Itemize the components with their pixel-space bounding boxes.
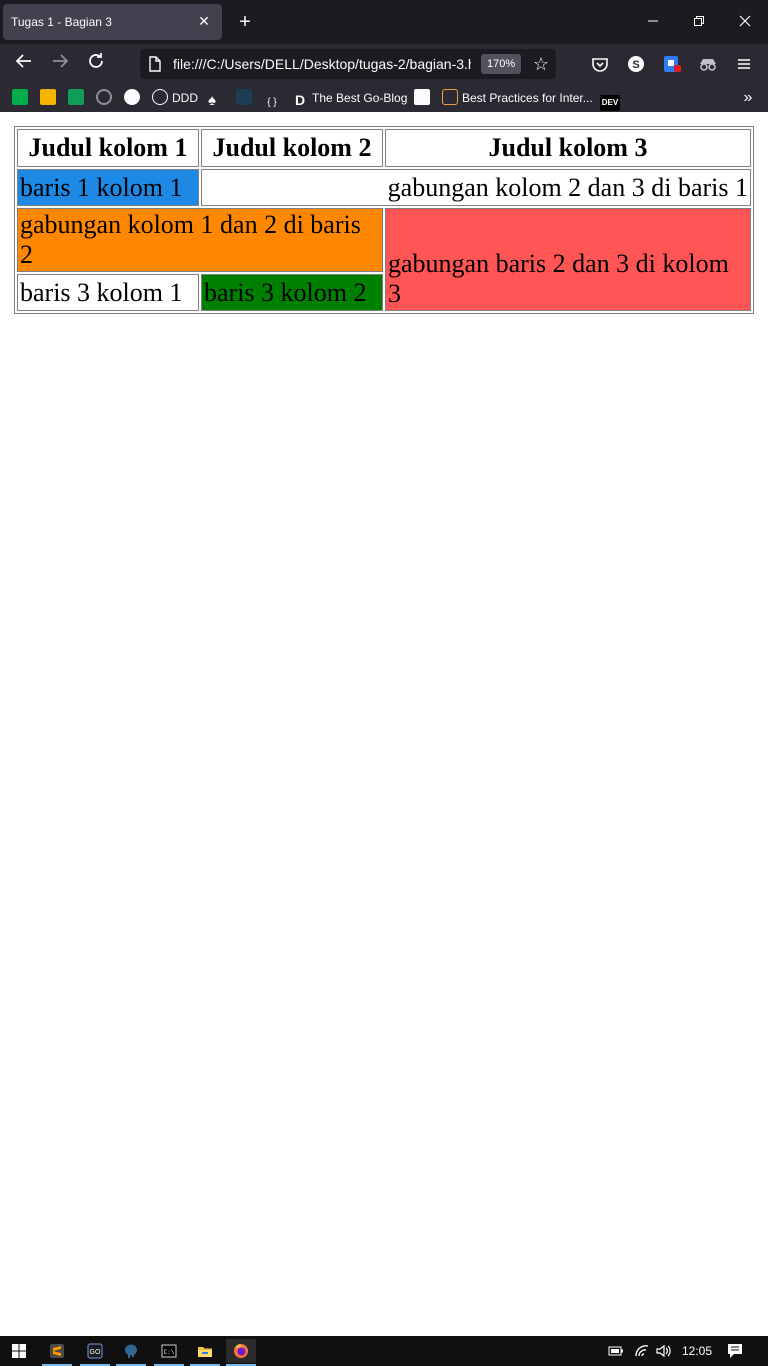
- bookmark-label: Best Practices for Inter...: [462, 91, 593, 105]
- page-icon: [148, 56, 162, 72]
- dev-logo-icon: DEV: [600, 95, 620, 111]
- demo-table: Judul kolom 1 Judul kolom 2 Judul kolom …: [14, 126, 754, 314]
- new-tab-icon[interactable]: +: [234, 11, 256, 33]
- postgres-icon: [125, 1344, 137, 1358]
- svg-text:GO: GO: [90, 1349, 101, 1356]
- tab-active[interactable]: Tugas 1 - Bagian 3 ✕: [3, 4, 222, 40]
- java-icon: [414, 89, 430, 105]
- photos-bookmark[interactable]: [40, 89, 56, 107]
- bookmark-label: The Best Go-Blog: [312, 91, 408, 105]
- terminal-icon: C:\: [161, 1344, 177, 1358]
- url-bar[interactable]: file:///C:/Users/DELL/Desktop/tugas-2/ba…: [140, 49, 556, 79]
- info-bookmark[interactable]: [124, 89, 140, 107]
- java-bookmark[interactable]: [414, 89, 430, 107]
- table-row: gabungan kolom 1 dan 2 di baris 2 gabung…: [17, 208, 751, 311]
- meet-bookmark[interactable]: [12, 89, 28, 107]
- meet-icon: [12, 89, 28, 105]
- taskbar: GO C:\ 12:05: [0, 1336, 768, 1366]
- braces-bookmark[interactable]: { }: [264, 89, 280, 108]
- menu-icon[interactable]: [732, 52, 756, 76]
- clock[interactable]: 12:05: [682, 1342, 712, 1360]
- extension-badge-icon[interactable]: [660, 52, 684, 76]
- taskbar-terminal[interactable]: C:\: [154, 1339, 184, 1366]
- file-explorer-icon: [198, 1347, 212, 1357]
- q-logo-icon: [442, 89, 458, 105]
- incognito-extension-icon[interactable]: [696, 52, 720, 76]
- go-icon: GO: [87, 1343, 103, 1359]
- svg-text:C:\: C:\: [164, 1349, 175, 1356]
- firefox-icon: [234, 1344, 248, 1358]
- bookmark-ddd[interactable]: DDD: [152, 89, 198, 107]
- url-text[interactable]: file:///C:/Users/DELL/Desktop/tugas-2/ba…: [173, 56, 471, 72]
- svg-text:S: S: [632, 59, 639, 71]
- tab-bar: Tugas 1 - Bagian 3 ✕ +: [0, 0, 768, 44]
- more-bookmarks-icon[interactable]: »: [738, 88, 758, 108]
- forward-icon[interactable]: [48, 52, 72, 76]
- taskbar-firefox[interactable]: [226, 1339, 256, 1366]
- info-icon: [124, 89, 140, 105]
- table-row: baris 1 kolom 1 gabungan kolom 2 dan 3 d…: [17, 169, 751, 206]
- code-logo-icon: [236, 89, 252, 105]
- wifi-icon[interactable]: [633, 1342, 651, 1360]
- tab-title: Tugas 1 - Bagian 3: [11, 15, 112, 29]
- image-icon: [40, 89, 56, 105]
- braces-icon: { }: [267, 97, 277, 108]
- header-cell: Judul kolom 1: [17, 129, 199, 167]
- cell-row1-col1: baris 1 kolom 1: [17, 169, 199, 206]
- bookmark-go-blog[interactable]: D The Best Go-Blog: [292, 89, 408, 108]
- cell-row3-col2: baris 3 kolom 2: [201, 274, 383, 311]
- table-header-row: Judul kolom 1 Judul kolom 2 Judul kolom …: [17, 129, 751, 167]
- cell-row1-col2-3-merged: gabungan kolom 2 dan 3 di baris 1: [201, 169, 751, 206]
- zoom-level-badge[interactable]: 170%: [481, 54, 522, 74]
- close-window-icon[interactable]: [733, 10, 757, 34]
- header-cell: Judul kolom 2: [201, 129, 383, 167]
- taskbar-sublime[interactable]: [42, 1339, 72, 1366]
- sheet-icon: [68, 89, 84, 105]
- windows-start-icon: [12, 1344, 26, 1358]
- d-logo-icon: D: [294, 92, 306, 108]
- github-bookmark[interactable]: [96, 89, 112, 107]
- vue-bookmark[interactable]: [236, 89, 252, 107]
- taskbar-go[interactable]: GO: [80, 1339, 110, 1366]
- page-content: Judul kolom 1 Judul kolom 2 Judul kolom …: [0, 112, 768, 1336]
- taskbar-explorer[interactable]: [190, 1339, 220, 1366]
- restore-icon[interactable]: [687, 10, 711, 34]
- bookmark-dev[interactable]: DEV: [600, 89, 620, 111]
- back-icon[interactable]: [12, 52, 36, 76]
- volume-icon[interactable]: [655, 1342, 673, 1360]
- close-tab-icon[interactable]: ✕: [194, 11, 214, 31]
- sublime-text-icon: [50, 1344, 64, 1358]
- taskbar-postgres[interactable]: [116, 1339, 146, 1366]
- reload-icon[interactable]: [84, 52, 108, 76]
- spade-icon: ♠: [208, 92, 216, 109]
- bookmark-label: DDD: [172, 91, 198, 105]
- cell-col3-row2-3-merged: gabungan baris 2 dan 3 di kolom 3: [385, 208, 751, 311]
- battery-icon[interactable]: [607, 1342, 625, 1360]
- notification-center-icon[interactable]: [726, 1342, 744, 1360]
- pocket-icon[interactable]: [588, 52, 612, 76]
- bookmarks-toolbar: DDD ♠ { } D The Best Go-Blog Best Practic…: [0, 84, 768, 112]
- globe-icon: [152, 89, 168, 105]
- cell-row3-col1: baris 3 kolom 1: [17, 274, 199, 311]
- sheets-bookmark[interactable]: [68, 89, 84, 107]
- navigation-bar: file:///C:/Users/DELL/Desktop/tugas-2/ba…: [0, 44, 768, 84]
- minimize-icon[interactable]: [641, 10, 665, 34]
- bookmark-best-practices[interactable]: Best Practices for Inter...: [442, 89, 593, 107]
- windows-start-button[interactable]: [4, 1339, 34, 1363]
- header-cell: Judul kolom 3: [385, 129, 751, 167]
- s-extension-icon[interactable]: S: [624, 52, 648, 76]
- spade-bookmark[interactable]: ♠: [208, 89, 224, 109]
- cell-row2-col1-2-merged: gabungan kolom 1 dan 2 di baris 2: [17, 208, 383, 272]
- github-icon: [96, 89, 112, 105]
- bookmark-star-icon[interactable]: ☆: [530, 53, 552, 75]
